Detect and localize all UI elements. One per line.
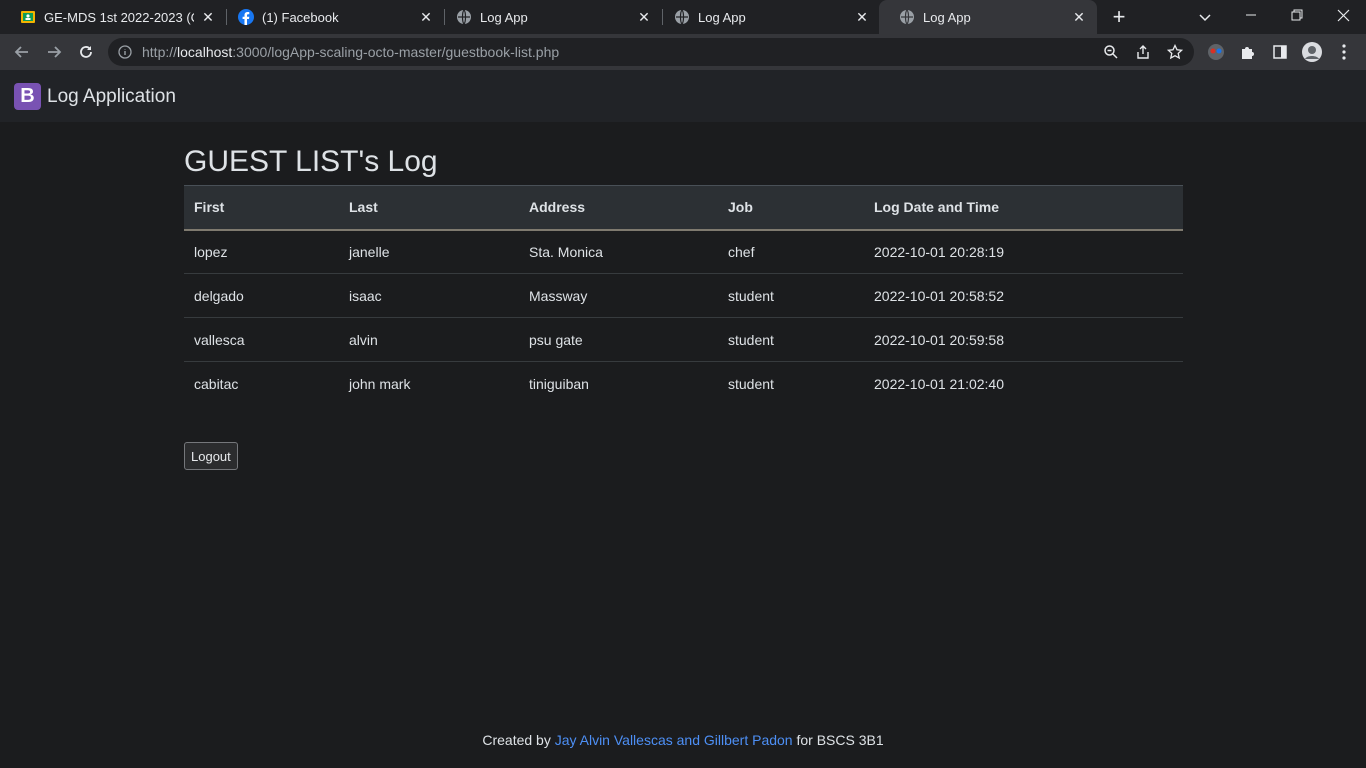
forward-icon[interactable]	[42, 40, 66, 64]
cell-job: chef	[718, 229, 864, 274]
bootstrap-logo-icon[interactable]: B	[14, 83, 41, 110]
restore-icon[interactable]	[1285, 3, 1309, 27]
globe-icon	[900, 9, 914, 25]
cell-first: vallesca	[184, 317, 339, 362]
page-title: GUEST LIST's Log	[184, 145, 438, 178]
tab-title: Log App	[923, 9, 971, 25]
guest-log-table: First Last Address Job Log Date and Time…	[184, 185, 1183, 406]
cell-last: john mark	[349, 375, 411, 392]
cell-last: isaac	[339, 273, 519, 318]
info-icon[interactable]	[118, 45, 132, 59]
cell-address: Massway	[519, 273, 718, 318]
browser-toolbar: http://localhost:3000/logApp-scaling-oct…	[0, 34, 1366, 70]
column-header: Address	[519, 185, 718, 231]
zoom-icon[interactable]	[1099, 40, 1123, 64]
back-icon[interactable]	[10, 40, 34, 64]
tab-title: Log App	[480, 9, 528, 25]
authors-link[interactable]: Jay Alvin Vallescas and Gillbert Padon	[555, 732, 793, 748]
bookmark-star-icon[interactable]	[1163, 40, 1187, 64]
cell-job: student	[728, 375, 774, 392]
cell-first: cabitac	[194, 375, 239, 392]
footer: Created by Jay Alvin Vallescas and Gillb…	[0, 732, 1366, 748]
extension-avatar-icon[interactable]	[1204, 40, 1228, 64]
cell-log-datetime: 2022-10-01 20:58:52	[864, 273, 1183, 318]
close-icon[interactable]: ✕	[854, 9, 870, 25]
url-scheme: http://	[142, 44, 178, 60]
menu-kebab-icon[interactable]	[1332, 40, 1356, 64]
cell-last: janelle	[339, 229, 519, 274]
browser-tab-active[interactable]: Log App ✕	[879, 0, 1097, 34]
cell-address: psu gate	[519, 317, 718, 362]
close-icon[interactable]: ✕	[1071, 9, 1087, 25]
footer-prefix: Created by	[482, 732, 555, 748]
url-host: localhost	[177, 44, 233, 60]
window-close-icon[interactable]	[1331, 3, 1355, 27]
browser-tab[interactable]: Log App ✕	[654, 0, 880, 34]
tab-search-icon[interactable]	[1193, 5, 1217, 29]
tab-title: GE-MDS 1st 2022-2023 (CS3I	[44, 9, 194, 25]
table-row: cabitac john mark tiniguiban student 202…	[184, 362, 1183, 406]
facebook-icon	[238, 9, 254, 25]
cell-log-datetime: 2022-10-01 20:59:58	[864, 317, 1183, 362]
column-header: Last	[339, 185, 519, 231]
table-row: lopez janelle Sta. Monica chef 2022-10-0…	[184, 229, 1183, 274]
cell-job: student	[718, 273, 864, 318]
browser-tab[interactable]: GE-MDS 1st 2022-2023 (CS3I ✕	[0, 0, 226, 34]
reload-icon[interactable]	[74, 40, 98, 64]
url-text: http://localhost:3000/logApp-scaling-oct…	[142, 44, 559, 60]
footer-suffix: for BSCS 3B1	[792, 732, 884, 748]
cell-job: student	[718, 317, 864, 362]
globe-icon	[457, 9, 471, 25]
table-row: vallesca alvin psu gate student 2022-10-…	[184, 317, 1183, 362]
browser-tab[interactable]: Log App ✕	[436, 0, 662, 34]
cell-address: tiniguiban	[529, 375, 589, 392]
cell-first: lopez	[184, 229, 339, 274]
browser-tab-bar: GE-MDS 1st 2022-2023 (CS3I ✕ (1) Faceboo…	[0, 0, 1366, 34]
minimize-icon[interactable]	[1239, 3, 1263, 27]
cell-last: alvin	[339, 317, 519, 362]
close-icon[interactable]: ✕	[636, 9, 652, 25]
tab-title: (1) Facebook	[262, 9, 339, 25]
close-icon[interactable]: ✕	[200, 9, 216, 25]
table-row: delgado isaac Massway student 2022-10-01…	[184, 273, 1183, 318]
column-header: Log Date and Time	[864, 185, 1183, 231]
column-header: First	[184, 185, 339, 231]
new-tab-icon[interactable]: +	[1107, 4, 1131, 29]
cell-first: delgado	[184, 273, 339, 318]
profile-avatar-icon[interactable]	[1300, 40, 1324, 64]
tab-title: Log App	[698, 9, 746, 25]
side-panel-icon[interactable]	[1268, 40, 1292, 64]
table-header-row: First Last Address Job Log Date and Time	[184, 185, 1183, 231]
brand-title[interactable]: Log Application	[47, 86, 176, 108]
cell-log-datetime: 2022-10-01 20:28:19	[864, 229, 1183, 274]
google-classroom-icon	[21, 11, 35, 23]
share-icon[interactable]	[1131, 40, 1155, 64]
close-icon[interactable]: ✕	[418, 9, 434, 25]
url-path: :3000/logApp-scaling-octo-master/guestbo…	[232, 44, 560, 60]
logout-button[interactable]: Logout	[184, 442, 238, 470]
extensions-puzzle-icon[interactable]	[1236, 40, 1260, 64]
globe-icon	[675, 9, 689, 25]
main-content: GUEST LIST's Log First Last Address Job …	[184, 140, 1183, 406]
column-header: Job	[718, 185, 864, 231]
address-bar[interactable]: http://localhost:3000/logApp-scaling-oct…	[108, 38, 1194, 66]
cell-log-datetime: 2022-10-01 21:02:40	[874, 375, 1004, 392]
browser-tab[interactable]: (1) Facebook ✕	[218, 0, 444, 34]
app-navbar: B Log Application	[0, 70, 1366, 122]
cell-address: Sta. Monica	[519, 229, 718, 274]
